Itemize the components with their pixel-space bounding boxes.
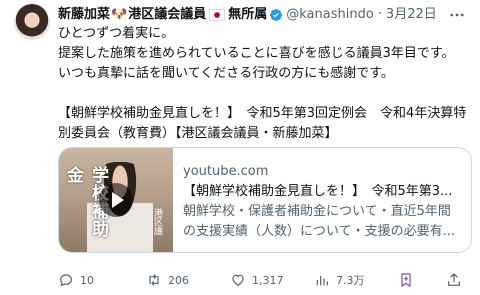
views-button[interactable]: 7.3万 bbox=[314, 271, 365, 289]
thumbnail-sign-small: 港区議 bbox=[152, 208, 162, 235]
tweet-tag-line: 別委員会（教育費）【港区議会議員・新藤加菜】 bbox=[58, 126, 338, 141]
japan-flag-icon bbox=[209, 9, 226, 21]
tweet-tag-line: 【朝鮮学校補助金見直しを！】 令和5年第3回定例会 令和4年決算特 bbox=[58, 106, 467, 121]
tweet-line: いつも真摯に話を聞いてくださる行政の方にも感謝です。 bbox=[58, 66, 394, 81]
tweet-date[interactable]: 3月22日 bbox=[386, 6, 437, 24]
card-text[interactable]: youtube.com 【朝鮮学校補助金見直しを！】 令和5年第3... 朝鮮学… bbox=[183, 162, 463, 242]
like-button[interactable]: 1,317 bbox=[230, 271, 284, 289]
reply-icon bbox=[60, 274, 72, 287]
link-card[interactable]: 学校補助金 港区議 youtube.com 【朝鮮学校補助金見直しを！】 令和5… bbox=[58, 147, 472, 253]
share-icon bbox=[448, 273, 460, 286]
author-affiliation[interactable]: 港区議会議員 bbox=[128, 6, 206, 24]
verified-badge-icon bbox=[270, 9, 283, 21]
dog-emoji: 🐶 bbox=[111, 7, 128, 22]
reply-button[interactable]: 10 bbox=[58, 271, 94, 289]
views-icon bbox=[316, 276, 328, 286]
card-domain: youtube.com bbox=[183, 164, 269, 179]
header-separator: · bbox=[377, 7, 382, 22]
retweet-icon bbox=[149, 274, 159, 286]
author-handle[interactable]: @kanashindo bbox=[286, 6, 374, 24]
tweet-text: ひとつずつ着実に。 提案した施策を進められていることに喜びを感じる議員3年目です… bbox=[58, 24, 468, 144]
tweet-header: 新藤加菜 🐶 港区議会議員 無所属 @kanashindo · 3月22日 bbox=[58, 6, 437, 24]
reply-count: 10 bbox=[80, 273, 94, 287]
retweet-button[interactable]: 206 bbox=[146, 271, 189, 289]
card-description: の支援実績（人数）について・支援の必要有... bbox=[183, 224, 456, 239]
action-bar: 10 206 1,317 7.3万 bbox=[58, 271, 470, 289]
author-party[interactable]: 無所属 bbox=[228, 6, 267, 24]
bookmark-icon bbox=[401, 273, 411, 288]
views-count: 7.3万 bbox=[336, 274, 365, 287]
more-icon[interactable] bbox=[448, 6, 466, 24]
card-description: 朝鮮学校・保護者補助金について・直近5年間 bbox=[183, 204, 451, 219]
bookmark-button[interactable] bbox=[398, 271, 414, 289]
video-thumbnail[interactable]: 学校補助金 港区議 bbox=[59, 148, 173, 252]
tweet[interactable]: 新藤加菜 🐶 港区議会議員 無所属 @kanashindo · 3月22日 ひと… bbox=[0, 0, 480, 295]
avatar[interactable] bbox=[14, 4, 50, 40]
tweet-line: 提案した施策を進められていることに喜びを感じる議員3年目です。 bbox=[58, 46, 455, 61]
play-icon[interactable] bbox=[99, 183, 133, 217]
card-title: 【朝鮮学校補助金見直しを！】 令和5年第3... bbox=[183, 184, 453, 199]
tweet-line: ひとつずつ着実に。 bbox=[58, 26, 175, 41]
share-button[interactable] bbox=[446, 271, 462, 289]
like-count: 1,317 bbox=[252, 273, 284, 287]
author-name[interactable]: 新藤加菜 bbox=[58, 6, 110, 24]
retweet-count: 206 bbox=[168, 273, 189, 287]
heart-icon bbox=[232, 274, 244, 287]
